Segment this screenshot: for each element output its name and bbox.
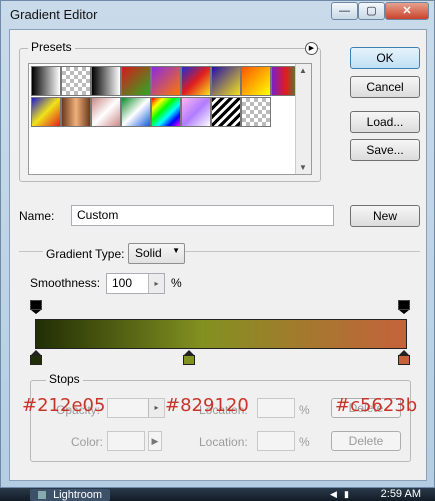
preset-swatch[interactable] — [151, 66, 181, 96]
taskbar-item-lightroom[interactable]: Lightroom — [30, 489, 110, 501]
opacity-spin-icon[interactable]: ▸ — [148, 399, 164, 417]
opacity-stop-left-tip — [31, 310, 41, 314]
preset-swatch[interactable] — [91, 97, 121, 127]
swatch-grid — [31, 66, 301, 128]
preset-swatch[interactable] — [61, 97, 91, 127]
gradient-type-value: Solid — [135, 246, 162, 260]
opacity-location-field[interactable] — [257, 398, 295, 418]
preset-swatch[interactable] — [61, 66, 91, 96]
flyout-arrow-icon[interactable]: ▶ — [305, 42, 318, 55]
delete-color-stop-button[interactable]: Delete — [331, 431, 401, 451]
opacity-field[interactable]: ▸ — [107, 398, 165, 418]
hex-overlay-right: #c5623b — [335, 395, 418, 416]
scroll-down-icon[interactable]: ▼ — [299, 163, 307, 172]
cancel-button[interactable]: Cancel — [350, 76, 420, 98]
preset-swatch[interactable] — [31, 97, 61, 127]
color-stop-right-swatch — [398, 355, 410, 365]
smoothness-label: Smoothness: — [30, 276, 101, 290]
stops-group: Stops Opacity: ▸ Location: % Delete Colo… — [22, 372, 417, 462]
smoothness-unit: % — [171, 276, 182, 290]
opacity-stop-right-tip — [399, 310, 409, 314]
preset-swatch[interactable] — [151, 97, 181, 127]
gradient-type-label: Gradient Type: — [43, 247, 128, 261]
network-icon[interactable]: ▮ — [344, 489, 354, 499]
title-bar[interactable]: Gradient Editor — ▢ ✕ — [1, 1, 434, 29]
presets-scrollbar[interactable]: ▲ ▼ — [295, 64, 311, 174]
preset-swatch[interactable] — [121, 97, 151, 127]
hex-overlay-middle: #829120 — [165, 395, 249, 416]
color-location-label: Location: — [199, 435, 248, 449]
presets-swatch-list: ▲ ▼ — [28, 63, 312, 175]
color-swatch-field[interactable] — [107, 431, 145, 451]
new-button[interactable]: New — [350, 205, 420, 227]
name-label: Name: — [19, 209, 55, 223]
preset-swatch[interactable] — [241, 97, 271, 127]
chevron-down-icon: ▼ — [172, 246, 180, 255]
lightroom-icon — [38, 491, 46, 500]
preset-swatch[interactable] — [211, 66, 241, 96]
preset-swatch[interactable] — [121, 66, 151, 96]
minimize-button[interactable]: — — [331, 2, 358, 20]
color-stop-middle[interactable] — [183, 350, 195, 365]
color-stop-middle-swatch — [183, 355, 195, 365]
preset-swatch[interactable] — [241, 66, 271, 96]
color-location-field[interactable] — [257, 431, 295, 451]
gradient-preview-bar[interactable] — [35, 319, 407, 349]
presets-legend: Presets — [28, 40, 75, 54]
smoothness-value: 100 — [112, 276, 133, 290]
load-button[interactable]: Load... — [350, 111, 420, 133]
color-picker-arrow-icon[interactable]: ▶ — [148, 431, 162, 451]
opacity-location-unit: % — [299, 403, 310, 417]
color-location-unit: % — [299, 435, 310, 449]
save-button[interactable]: Save... — [350, 139, 420, 161]
gradient-type-select[interactable]: Solid ▼ — [128, 243, 185, 264]
window-title: Gradient Editor — [10, 7, 98, 22]
volume-icon[interactable]: ◀ — [330, 489, 340, 499]
ok-button[interactable]: OK — [350, 47, 420, 69]
gradient-editor-window: Gradient Editor — ▢ ✕ Presets ▶ ▲ ▼ OK C… — [0, 0, 435, 488]
maximize-button[interactable]: ▢ — [358, 2, 385, 20]
stops-legend: Stops — [46, 372, 83, 386]
color-stop-left-swatch — [30, 355, 42, 365]
name-field[interactable]: Custom — [71, 205, 334, 226]
color-label: Color: — [71, 435, 104, 449]
preset-swatch[interactable] — [181, 66, 211, 96]
dialog-body: Presets ▶ ▲ ▼ OK Cancel Load... Save... … — [9, 29, 427, 481]
smoothness-spin-icon[interactable]: ▸ — [148, 274, 164, 293]
taskbar-app-label: Lightroom — [53, 489, 102, 501]
color-stop-left[interactable] — [30, 350, 42, 365]
taskbar-clock: 2:59 AM — [380, 488, 421, 500]
opacity-stop-right-body — [398, 300, 410, 310]
opacity-stop-right[interactable] — [398, 300, 410, 314]
hex-overlay-left: #212e05 — [22, 395, 106, 416]
preset-swatch[interactable] — [181, 97, 211, 127]
preset-swatch[interactable] — [91, 66, 121, 96]
close-button[interactable]: ✕ — [385, 2, 429, 20]
opacity-stop-left[interactable] — [30, 300, 42, 314]
presets-group: Presets ▶ ▲ ▼ — [19, 40, 321, 182]
opacity-stop-left-body — [30, 300, 42, 310]
preset-swatch[interactable] — [211, 97, 241, 127]
smoothness-field[interactable]: 100 ▸ — [106, 273, 165, 294]
taskbar: Lightroom ◀ ▮ 2:59 AM — [0, 488, 435, 501]
color-stop-right[interactable] — [398, 350, 410, 365]
preset-swatch[interactable] — [31, 66, 61, 96]
scroll-up-icon[interactable]: ▲ — [299, 66, 307, 75]
